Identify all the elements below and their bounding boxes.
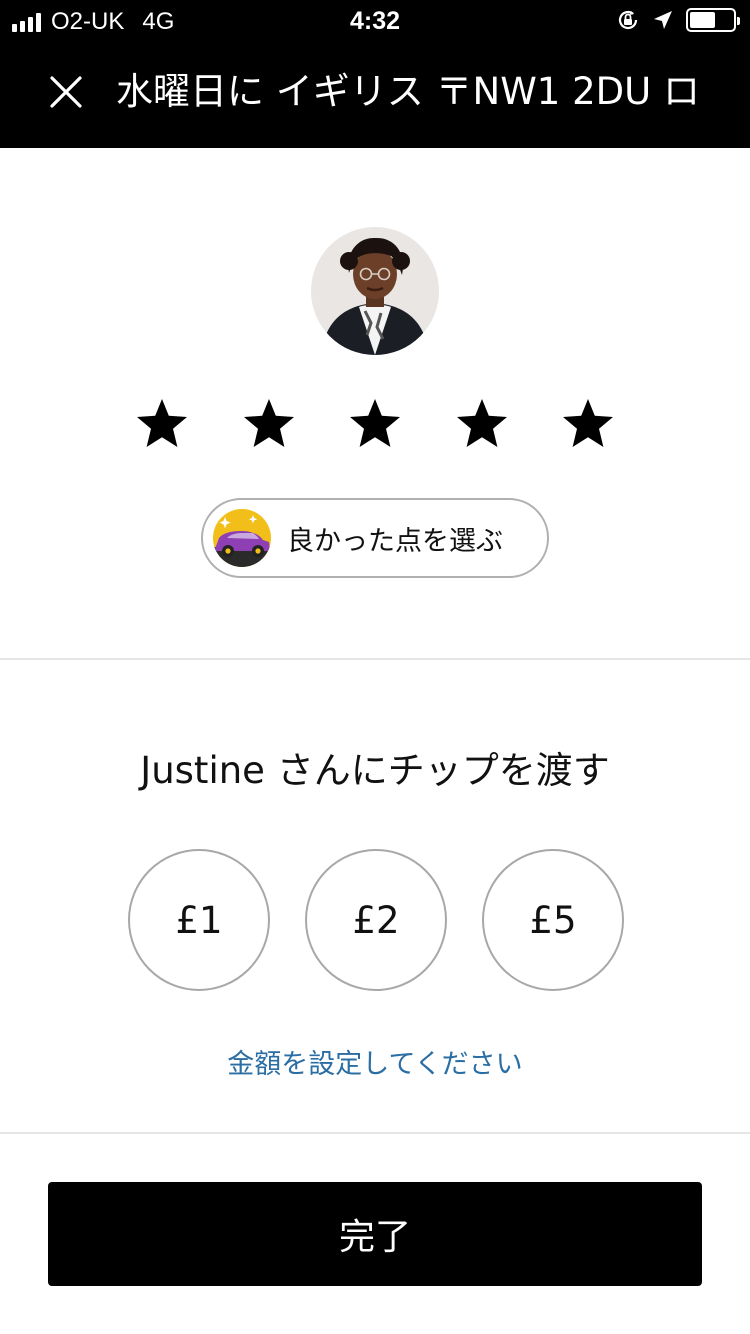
done-button[interactable]: 完了 xyxy=(48,1182,702,1286)
trip-title: 水曜日に イギリス 〒NW1 2DU ロ xyxy=(116,70,700,113)
tip-option-2[interactable]: £2 xyxy=(305,849,447,991)
battery-icon xyxy=(686,8,740,32)
star-icon[interactable] xyxy=(454,396,510,452)
orientation-lock-icon xyxy=(618,10,638,30)
divider xyxy=(0,1132,750,1134)
tip-title: Justine さんにチップを渡す xyxy=(140,749,610,792)
custom-amount-link[interactable]: 金額を設定してください xyxy=(0,1042,750,1081)
location-arrow-icon xyxy=(654,11,672,29)
compliment-label: 良かった点を選ぶ xyxy=(287,525,503,557)
rating-stars xyxy=(134,396,616,452)
close-icon xyxy=(50,76,82,108)
car-compliment-icon xyxy=(213,509,271,567)
star-icon[interactable] xyxy=(560,396,616,452)
tip-option-1[interactable]: £1 xyxy=(128,849,270,991)
star-icon[interactable] xyxy=(134,396,190,452)
tip-options: £1 £2 £5 xyxy=(128,849,624,991)
compliment-button[interactable]: 良かった点を選ぶ xyxy=(201,498,549,578)
divider xyxy=(0,658,750,660)
close-button[interactable] xyxy=(44,70,88,114)
tip-option-5[interactable]: £5 xyxy=(482,849,624,991)
status-right xyxy=(616,8,740,32)
status-bar: O2-UK 4G 4:32 xyxy=(0,0,750,40)
star-icon[interactable] xyxy=(241,396,297,452)
header-bar: 水曜日に イギリス 〒NW1 2DU ロ xyxy=(0,40,750,148)
driver-avatar xyxy=(311,227,439,355)
star-icon[interactable] xyxy=(347,396,403,452)
